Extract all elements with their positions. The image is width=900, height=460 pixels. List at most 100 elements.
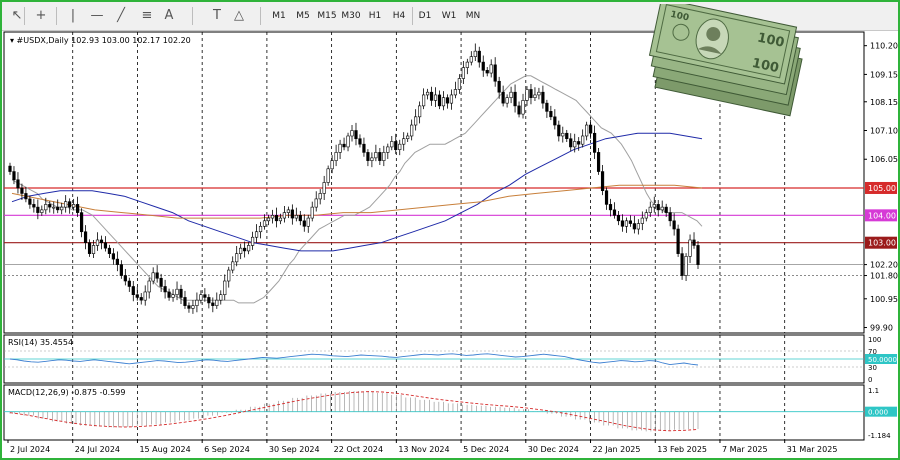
candle-body xyxy=(266,217,271,222)
candle-body xyxy=(338,143,342,153)
candle-body xyxy=(684,256,688,276)
candle-body xyxy=(581,135,585,145)
timeframe-w1[interactable]: W1 xyxy=(438,6,460,26)
candle-body xyxy=(107,247,112,254)
candle-body xyxy=(282,212,287,219)
x-tick-label: 7 Mar 2025 xyxy=(722,445,768,454)
candle-body xyxy=(123,275,127,282)
y-tick-label: 100.95 xyxy=(870,295,898,304)
macd-label: MACD(12,26,9) -0.875 -0.599 xyxy=(8,388,125,397)
timeframe-h1[interactable]: H1 xyxy=(364,6,386,26)
candle-body xyxy=(382,152,386,161)
candle-body xyxy=(616,215,621,222)
macd-tick-label: -1.184 xyxy=(868,432,891,440)
candle-body xyxy=(32,204,36,208)
candle-body xyxy=(406,135,410,140)
crosshair-icon[interactable]: + xyxy=(32,6,50,26)
text-icon[interactable]: A xyxy=(160,6,178,26)
candle-body xyxy=(346,135,350,148)
candle-body xyxy=(429,91,434,101)
chart-title: ▾ #USDX,Daily 102.93 103.00 102.17 102.2… xyxy=(10,36,191,45)
candle-body xyxy=(612,209,617,216)
candle-body xyxy=(215,299,219,306)
candle-body xyxy=(227,269,231,282)
x-tick-label: 22 Oct 2024 xyxy=(334,445,383,454)
candle-body xyxy=(163,286,167,293)
candle-body xyxy=(676,228,680,254)
candle-body xyxy=(322,182,326,194)
candle-body xyxy=(223,280,227,295)
timeframe-mn[interactable]: MN xyxy=(462,6,484,26)
horizontal-line-icon[interactable]: — xyxy=(88,6,106,26)
candle-body xyxy=(354,130,358,140)
candle-body xyxy=(688,239,692,257)
macd-pane xyxy=(3,384,865,441)
candle-body xyxy=(561,132,565,137)
timeframe-h4[interactable]: H4 xyxy=(388,6,410,26)
candle-body xyxy=(533,94,537,98)
candle-body xyxy=(656,204,660,211)
candle-body xyxy=(672,220,676,230)
y-tick-label: 107.10 xyxy=(870,127,898,136)
x-tick-label: 24 Jul 2024 xyxy=(75,445,120,454)
text-label-icon[interactable]: T xyxy=(208,6,226,26)
rsi-tick-label: 100 xyxy=(868,336,881,344)
candle-body xyxy=(604,190,609,205)
timeframe-m1[interactable]: M1 xyxy=(268,6,290,26)
candle-body xyxy=(433,94,438,101)
candle-body xyxy=(52,206,56,209)
timeframe-d1[interactable]: D1 xyxy=(414,6,436,26)
candle-body xyxy=(56,206,60,211)
trendline-icon[interactable]: ╱ xyxy=(112,6,130,26)
candle-body xyxy=(64,201,68,208)
vertical-line-icon[interactable]: | xyxy=(64,6,82,26)
candle-body xyxy=(577,141,581,145)
level-label: 104.00 xyxy=(868,211,896,220)
candle-body xyxy=(8,165,12,172)
x-tick-label: 5 Dec 2024 xyxy=(463,445,509,454)
candle-body xyxy=(207,297,211,304)
candle-body xyxy=(489,64,493,74)
x-tick-label: 2 Jul 2024 xyxy=(10,445,50,454)
y-tick-label: 102.20 xyxy=(870,261,898,270)
candle-body xyxy=(513,91,517,107)
fibonacci-icon[interactable]: ≡ xyxy=(138,6,156,26)
shapes-icon[interactable]: △ xyxy=(230,6,248,26)
candle-body xyxy=(624,220,629,227)
candle-body xyxy=(441,97,446,107)
x-tick-label: 15 Aug 2024 xyxy=(139,445,190,454)
candle-body xyxy=(139,297,143,301)
candle-body xyxy=(326,168,330,183)
candle-body xyxy=(537,91,541,96)
candle-body xyxy=(585,124,589,137)
candle-body xyxy=(286,209,290,213)
candle-body xyxy=(68,201,72,208)
timeframe-m15[interactable]: M15 xyxy=(316,6,338,26)
candle-body xyxy=(414,116,418,126)
candle-body xyxy=(648,206,652,213)
macd-tick-label: 1.1 xyxy=(868,387,879,395)
candle-body xyxy=(358,138,362,145)
candle-body xyxy=(521,100,525,115)
candle-body xyxy=(258,225,263,233)
timeframe-m5[interactable]: M5 xyxy=(292,6,314,26)
candle-body xyxy=(60,206,64,211)
candle-body xyxy=(402,138,406,145)
candle-body xyxy=(183,297,187,306)
candle-body xyxy=(72,204,76,208)
candle-body xyxy=(95,239,100,246)
candle-body xyxy=(505,97,509,104)
candle-body xyxy=(219,294,223,301)
rsi-tick-label: 50.0000 xyxy=(868,356,897,364)
candle-body xyxy=(195,299,199,306)
candle-body xyxy=(179,288,183,298)
x-tick-label: 31 Mar 2025 xyxy=(787,445,838,454)
candle-body xyxy=(20,187,24,194)
candle-body xyxy=(453,89,458,96)
candle-body xyxy=(541,91,545,104)
candle-body xyxy=(290,209,294,219)
candle-body xyxy=(231,261,235,271)
candle-body xyxy=(501,91,505,104)
timeframe-m30[interactable]: M30 xyxy=(340,6,362,26)
candle-body xyxy=(12,171,16,181)
